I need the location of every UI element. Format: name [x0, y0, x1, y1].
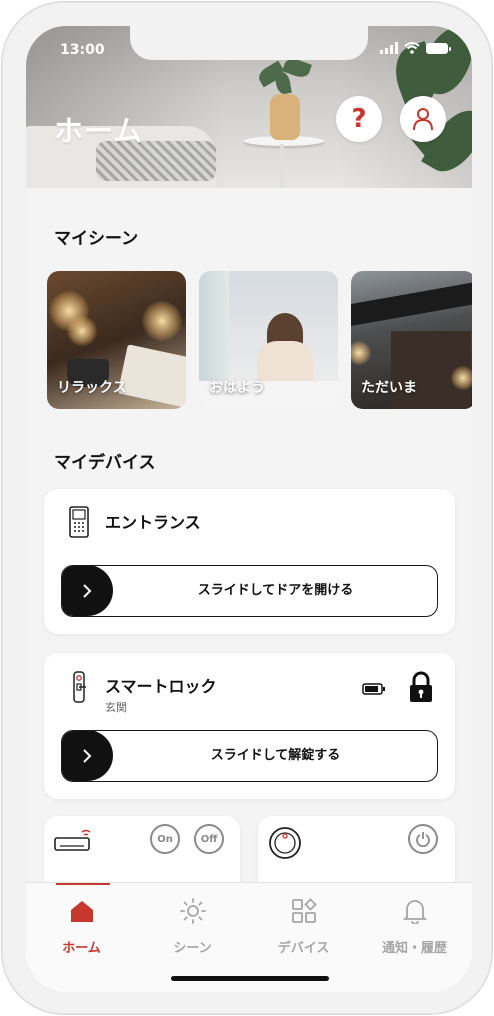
device-notch	[130, 26, 368, 60]
entrance-device-card: エントランス スライドしてドアを開ける	[44, 489, 455, 634]
air-conditioner-icon	[54, 829, 91, 851]
bell-icon	[401, 897, 429, 925]
question-icon: ?	[351, 104, 367, 134]
phone-frame: 13:00 ホーム ? マイシーン リラックス おはよう ただいま マイデバイス…	[2, 2, 492, 1014]
chevron-right-icon	[83, 583, 92, 598]
slider-handle[interactable]	[62, 731, 113, 781]
wifi-icon	[404, 42, 420, 54]
status-icons	[380, 42, 451, 54]
open-door-slider[interactable]: スライドしてドアを開ける	[61, 565, 438, 617]
robot-power-button[interactable]	[408, 824, 438, 854]
tab-label: ホーム	[62, 941, 101, 956]
tab-label: シーン	[173, 941, 212, 956]
scene-label: おはよう	[209, 380, 265, 396]
smart-lock-device-card: スマートロック 玄関 スライドして解錠する	[44, 653, 455, 799]
battery-level-icon	[362, 683, 385, 695]
aircon-off-label: Off	[200, 833, 218, 845]
app-screen: 13:00 ホーム ? マイシーン リラックス おはよう ただいま マイデバイス…	[26, 26, 472, 992]
scene-card-morning[interactable]: おはよう	[199, 271, 338, 409]
grid-icon	[290, 897, 318, 925]
robot-vacuum-icon	[269, 827, 301, 859]
tab-scene[interactable]: シーン	[137, 883, 248, 973]
sun-icon	[179, 897, 207, 925]
home-indicator-bar[interactable]	[171, 976, 329, 981]
power-icon	[416, 832, 430, 847]
status-bar: 13:00	[26, 26, 472, 70]
tab-home[interactable]: ホーム	[26, 883, 137, 973]
home-icon	[68, 897, 96, 925]
user-icon	[413, 108, 433, 131]
tab-label: 通知・履歴	[381, 941, 447, 956]
unlock-slider[interactable]: スライドして解錠する	[61, 730, 438, 782]
help-button[interactable]: ?	[336, 96, 382, 142]
open-door-slider-label: スライドしてドアを開ける	[197, 583, 354, 598]
scene-label: リラックス	[57, 380, 127, 396]
battery-status-icon	[426, 42, 451, 54]
aircon-on-label: On	[157, 833, 173, 845]
intercom-icon	[69, 506, 89, 538]
status-time: 13:00	[60, 42, 105, 58]
chevron-right-icon	[83, 748, 92, 763]
entrance-device-name: エントランス	[105, 513, 201, 532]
scenes-section-title: マイシーン	[54, 229, 139, 249]
door-lock-icon	[73, 671, 86, 703]
scene-card-relax[interactable]: リラックス	[47, 271, 186, 409]
scene-card-welcome-home[interactable]: ただいま	[351, 271, 472, 409]
scene-label: ただいま	[361, 380, 417, 396]
unlock-slider-label: スライドして解錠する	[210, 748, 341, 763]
tab-label: デバイス	[277, 941, 330, 956]
smart-lock-name: スマートロック	[105, 677, 217, 696]
aircon-on-button[interactable]: On	[150, 824, 180, 854]
tab-notifications[interactable]: 通知・履歴	[359, 883, 470, 973]
account-button[interactable]	[400, 96, 446, 142]
smart-lock-location: 玄関	[105, 701, 127, 714]
hero-vase-image	[270, 94, 300, 140]
header-hero: 13:00 ホーム ?	[26, 26, 472, 188]
page-title: ホーム	[54, 114, 144, 148]
tab-devices[interactable]: デバイス	[248, 883, 359, 973]
aircon-off-button[interactable]: Off	[194, 824, 224, 854]
hero-table-leg-image	[280, 144, 284, 188]
slider-handle[interactable]	[62, 566, 113, 616]
padlock-icon	[410, 671, 432, 702]
devices-section-title: マイデバイス	[54, 453, 156, 473]
signal-icon	[380, 42, 398, 54]
